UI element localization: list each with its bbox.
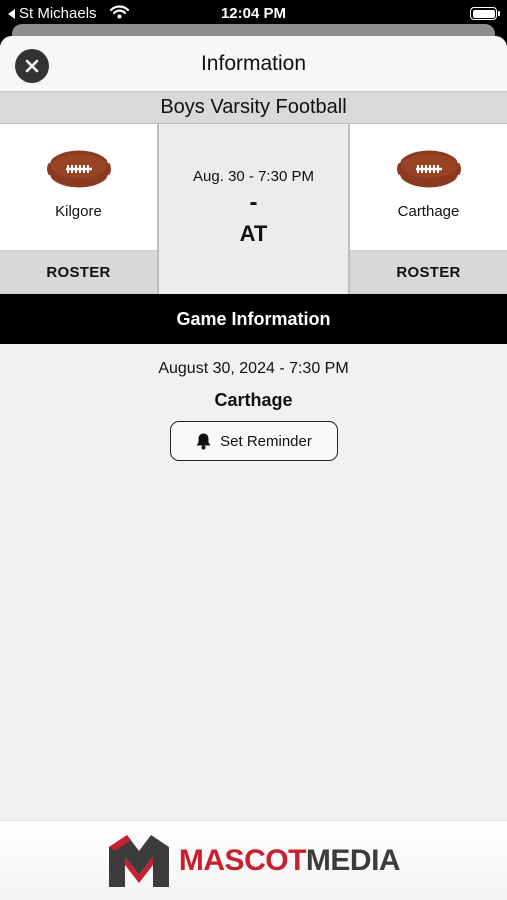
- set-reminder-label: Set Reminder: [220, 432, 312, 450]
- away-team-card: Carthage: [350, 124, 507, 250]
- mascot-media-logo: [108, 834, 169, 887]
- game-datetime: August 30, 2024 - 7:30 PM: [158, 360, 349, 377]
- home-team: Kilgore ROSTER: [0, 124, 157, 294]
- versus-label: AT: [239, 221, 268, 246]
- football-icon: [46, 150, 111, 188]
- game-location: Carthage: [214, 390, 293, 410]
- football-icon: [396, 150, 461, 188]
- battery-icon: [470, 7, 500, 20]
- status-time: 12:04 PM: [220, 5, 287, 22]
- game-information-heading: Game Information: [0, 294, 507, 344]
- brand-name-part1: MASCOT: [178, 843, 307, 877]
- brand-name-part2: MEDIA: [305, 843, 401, 877]
- away-team-name: Carthage: [397, 203, 460, 220]
- game-short-datetime: Aug. 30 - 7:30 PM: [193, 168, 314, 185]
- away-team: Carthage ROSTER: [350, 124, 507, 294]
- brand-name: MASCOTMEDIA: [178, 843, 401, 878]
- game-score: -: [249, 189, 258, 216]
- game-information: August 30, 2024 - 7:30 PM Carthage Set R…: [0, 344, 507, 461]
- home-roster-button[interactable]: ROSTER: [0, 250, 157, 294]
- modal-title: Information: [200, 52, 307, 75]
- home-team-card: Kilgore: [0, 124, 157, 250]
- away-roster-button[interactable]: ROSTER: [350, 250, 507, 294]
- bell-icon: [196, 433, 211, 450]
- sport-title: Boys Varsity Football: [0, 91, 507, 124]
- footer: MASCOTMEDIA: [0, 820, 507, 900]
- information-modal: Information Boys Varsity Football Kilgor…: [0, 36, 507, 900]
- modal-header: Information: [0, 36, 507, 91]
- home-team-name: Kilgore: [55, 203, 102, 220]
- matchup: Kilgore ROSTER Aug. 30 - 7:30 PM - AT Ca…: [0, 124, 507, 294]
- set-reminder-button[interactable]: Set Reminder: [169, 421, 338, 461]
- game-summary: Aug. 30 - 7:30 PM - AT: [157, 124, 350, 294]
